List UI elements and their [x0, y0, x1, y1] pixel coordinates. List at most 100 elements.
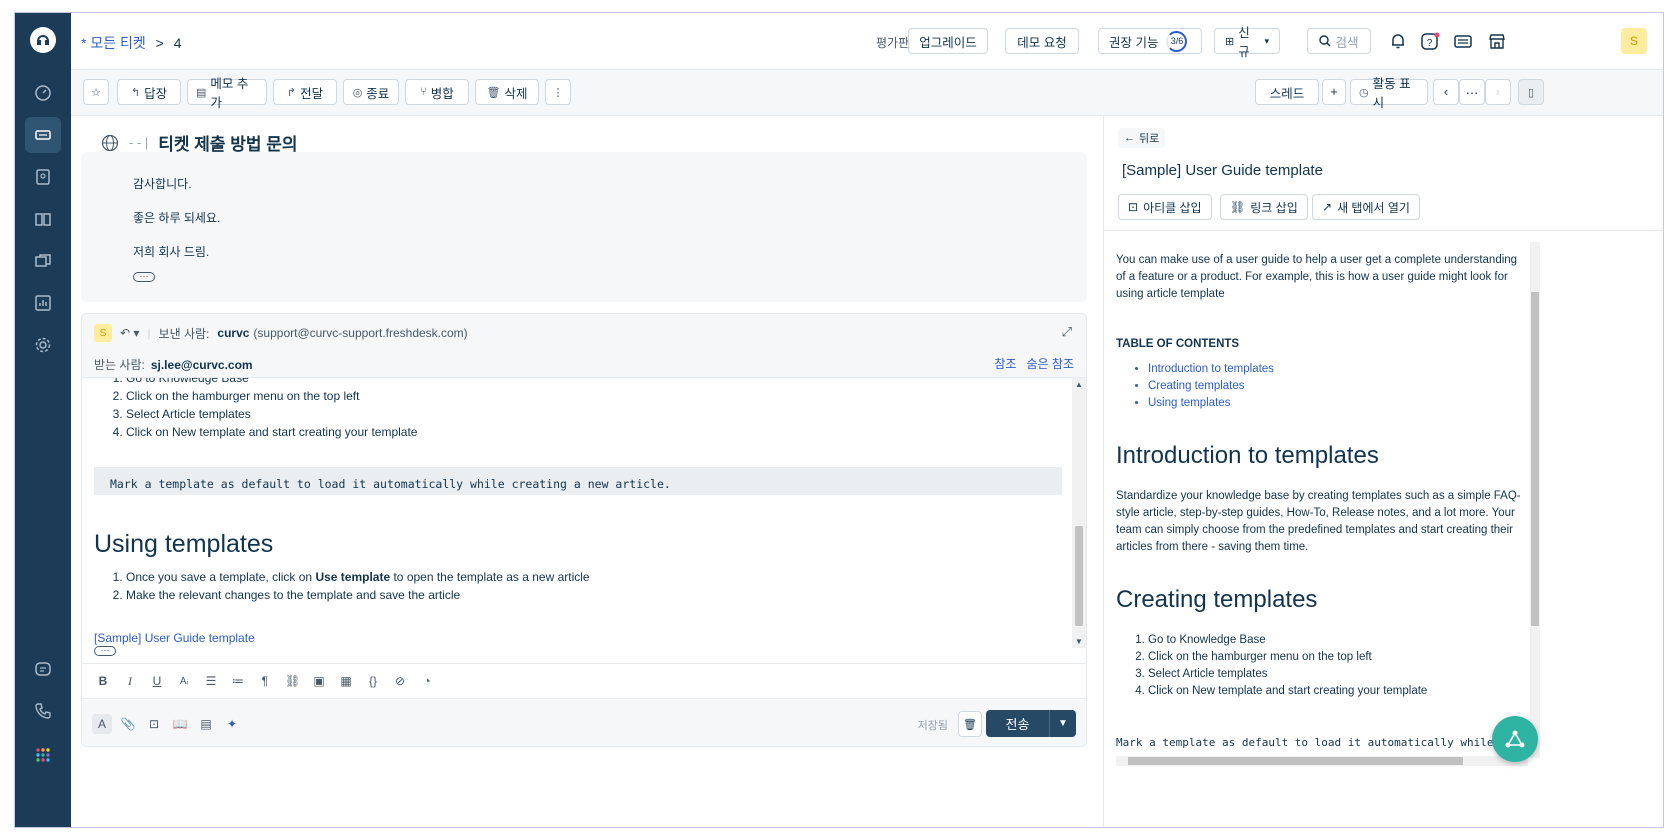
- toc-link[interactable]: Creating templates: [1148, 378, 1274, 395]
- add-note-button[interactable]: ▤ 메모 추가: [187, 77, 267, 110]
- canned-response-icon[interactable]: ⊡: [144, 714, 164, 734]
- reply-button[interactable]: ↰ 답장: [117, 79, 181, 105]
- link-icon[interactable]: ⛓: [285, 674, 300, 688]
- keyboard-icon[interactable]: [1451, 29, 1475, 53]
- globe-icon: [101, 134, 119, 151]
- article-link[interactable]: [Sample] User Guide template: [94, 631, 255, 645]
- all-tickets-link[interactable]: * 모든 티켓: [81, 35, 146, 51]
- close-ticket-button[interactable]: ◎ 종료: [343, 79, 399, 105]
- to-email[interactable]: sj.lee@curvc.com: [151, 358, 253, 372]
- phone-icon[interactable]: [25, 693, 61, 729]
- reply-body[interactable]: Go to Knowledge Base Click on the hambur…: [82, 378, 1072, 661]
- star-button[interactable]: ☆: [83, 79, 109, 105]
- image-icon[interactable]: ▣: [312, 674, 326, 688]
- solution-article-icon[interactable]: 📖: [170, 714, 190, 734]
- freddy-ai-icon[interactable]: ✦: [222, 714, 242, 734]
- reply-mode-icon[interactable]: ↶ ▾: [120, 326, 139, 340]
- knowledge-base-icon[interactable]: [25, 201, 61, 237]
- expand-icon[interactable]: ⤢: [1062, 324, 1072, 340]
- panel-scrollbar[interactable]: [1530, 242, 1540, 758]
- open-new-tab-button[interactable]: ↗ 새 탭에서 열기: [1312, 194, 1420, 220]
- breadcrumb-chevron-icon: >: [155, 35, 164, 51]
- paragraph-icon[interactable]: ¶: [258, 674, 272, 688]
- next-ticket-button[interactable]: ›: [1485, 79, 1511, 105]
- new-dropdown-button[interactable]: ⊞ 신규 ▾: [1214, 26, 1280, 59]
- scrollbar-thumb[interactable]: [1075, 526, 1083, 626]
- reports-icon[interactable]: [25, 285, 61, 321]
- send-button[interactable]: 전송: [986, 710, 1050, 737]
- merge-button[interactable]: ⑂ 병합: [405, 79, 469, 105]
- settings-gear-icon[interactable]: [25, 327, 61, 363]
- insert-link-button[interactable]: ⛓ 링크 삽입: [1220, 194, 1308, 220]
- more-actions-button[interactable]: ⋮: [545, 79, 571, 105]
- code-block: Mark a template as default to load it au…: [94, 467, 1062, 495]
- add-thread-button[interactable]: +: [1322, 79, 1346, 105]
- to-row: 받는 사람: sj.lee@curvc.com: [94, 356, 253, 373]
- insert-article-button[interactable]: ⊡ 아티클 삽입: [1118, 194, 1212, 220]
- text-format-icon[interactable]: A: [92, 714, 112, 734]
- forward-button[interactable]: ↱ 전달: [273, 79, 337, 105]
- toggle-sidebar-button[interactable]: ▯: [1518, 79, 1544, 105]
- font-size-icon[interactable]: Aᵢ: [177, 676, 191, 687]
- demo-request-button[interactable]: 데모 요청: [1005, 28, 1079, 54]
- show-activity-label: 활동 표시: [1372, 77, 1411, 110]
- user-avatar[interactable]: S: [1621, 28, 1647, 54]
- scroll-down-icon[interactable]: ▼: [1075, 637, 1083, 646]
- numbered-list-icon[interactable]: ☰: [204, 674, 218, 688]
- message-line: 감사합니다.: [133, 177, 192, 191]
- help-icon[interactable]: ?: [1418, 29, 1442, 53]
- freddy-assistant-button[interactable]: [1492, 716, 1538, 762]
- italic-icon[interactable]: I: [123, 674, 137, 689]
- marketplace-store-icon[interactable]: [1485, 29, 1509, 53]
- show-activity-button[interactable]: ◷ 활동 표시: [1350, 77, 1428, 110]
- saved-status: 저장됨: [917, 720, 948, 732]
- check-circle-icon: ◎: [352, 86, 363, 99]
- ticket-list-button[interactable]: ⋯: [1459, 79, 1485, 105]
- contacts-icon[interactable]: [25, 159, 61, 195]
- from-name[interactable]: curvc: [217, 326, 249, 340]
- toc-link[interactable]: Using templates: [1148, 395, 1274, 412]
- underline-icon[interactable]: U: [150, 674, 164, 688]
- left-nav-rail: [15, 13, 71, 827]
- recommended-features-button[interactable]: 권장 기능 3/6: [1098, 28, 1202, 54]
- delete-button[interactable]: 🗑 삭제: [475, 79, 539, 105]
- send-options-chevron-icon[interactable]: ▼: [1050, 710, 1076, 737]
- cc-link[interactable]: 참조: [994, 357, 1016, 371]
- prev-ticket-button[interactable]: ‹: [1433, 79, 1459, 105]
- template-icon[interactable]: ▤: [196, 714, 216, 734]
- tickets-icon[interactable]: [25, 117, 61, 153]
- editor-scrollbar[interactable]: ▲ ▼: [1072, 378, 1086, 648]
- bold-icon[interactable]: B: [96, 674, 110, 688]
- table-icon[interactable]: ▦: [339, 674, 353, 688]
- discard-draft-button[interactable]: 🗑: [958, 711, 982, 737]
- search-button[interactable]: 검색: [1307, 28, 1371, 54]
- bell-icon[interactable]: [1386, 29, 1410, 53]
- dashboard-icon[interactable]: [25, 75, 61, 111]
- freshdesk-logo-icon[interactable]: [30, 27, 56, 53]
- attachment-icon[interactable]: 📎: [118, 714, 138, 734]
- toc-link[interactable]: Introduction to templates: [1148, 361, 1274, 378]
- history-icon[interactable]: ◔: [420, 674, 434, 688]
- upgrade-button[interactable]: 업그레이드: [908, 28, 988, 54]
- from-label: 보낸 사람:: [158, 326, 210, 341]
- bcc-link[interactable]: 숨은 참조: [1027, 357, 1075, 371]
- back-button[interactable]: ← 뒤로: [1118, 128, 1166, 148]
- clear-format-icon[interactable]: ⊘: [393, 674, 407, 688]
- scrollbar-thumb[interactable]: [1531, 292, 1539, 626]
- chat-icon[interactable]: [25, 651, 61, 687]
- recommended-label: 권장 기능: [1109, 35, 1159, 50]
- conversation-pane: 감사합니다. 좋은 하루 되세요. 저희 회사 드림. ··· - - | 티켓…: [71, 116, 1103, 827]
- scrollbar-thumb[interactable]: [1128, 757, 1463, 765]
- apps-grid-icon[interactable]: [25, 737, 61, 773]
- show-quoted-button[interactable]: ···: [133, 272, 155, 282]
- scroll-up-icon[interactable]: ▲: [1075, 380, 1083, 389]
- panel-horizontal-scrollbar[interactable]: [1116, 756, 1528, 766]
- message-line: 저희 회사 드림.: [133, 245, 210, 259]
- close-label: 종료: [366, 86, 390, 101]
- bullet-list-icon[interactable]: ≔: [231, 674, 245, 688]
- message-line: 좋은 하루 되세요.: [133, 211, 221, 225]
- thread-button[interactable]: 스레드: [1255, 79, 1319, 105]
- forums-icon[interactable]: [25, 243, 61, 279]
- code-icon[interactable]: {}: [366, 674, 380, 688]
- show-trimmed-button[interactable]: ···: [94, 646, 116, 656]
